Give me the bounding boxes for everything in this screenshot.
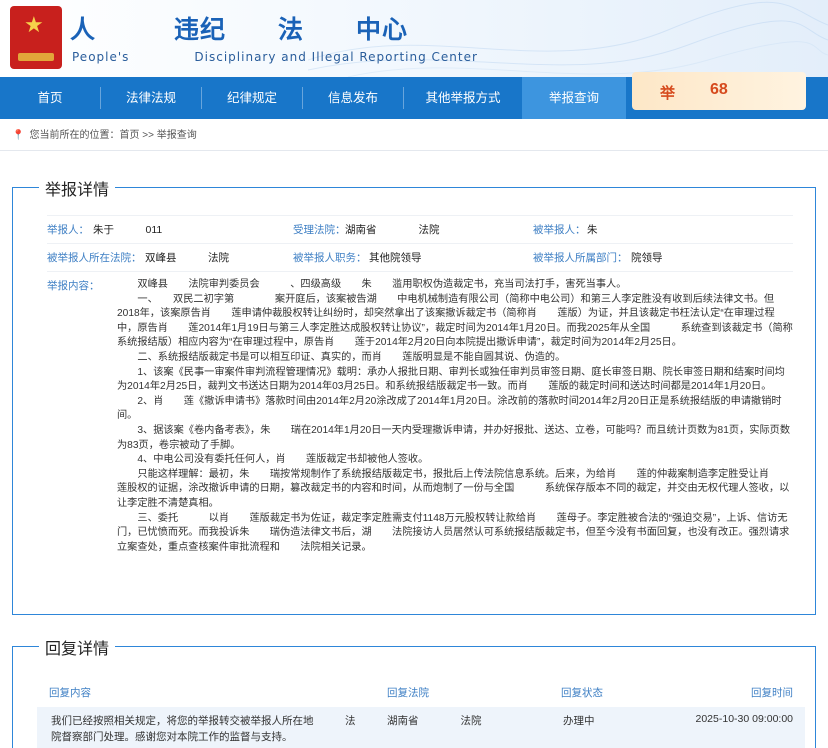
content-label: 举报内容：: [47, 280, 100, 292]
reporter-label: 举报人：: [47, 224, 89, 236]
content-paragraph: 3、据该案《卷内备考表》，朱 瑞在2014年1月20日一天内受理撤诉申请，并办好…: [117, 424, 791, 451]
content-paragraph: 二、系统报结版裁定书是可以相互印证、真实的，而肖 莲版明显是不能自圆其说、伪造的…: [137, 351, 566, 363]
reply-detail-title: 回复详情: [39, 635, 116, 659]
reply-header-content: 回复内容: [49, 687, 91, 699]
reported-duty-value: 其他院领导: [369, 252, 422, 264]
site-header: ★ 人 违纪 法 中心 People's Disciplinary and Il…: [0, 0, 828, 77]
reported-person-label: 被举报人：: [533, 224, 586, 236]
reported-dept-value: 院领导: [631, 252, 663, 264]
report-content: 双峰县 法院审判委员会 、四级高级 朱 滥用职权伪造裁定书，充当司法打手，害死当…: [117, 278, 793, 555]
content-paragraph: 只能这样理解：最初，朱 瑞按常规制作了系统报结版裁定书，报批后上传法院信息系统。…: [117, 468, 790, 509]
content-paragraph: 1、该案《民事一审案件审判流程管理情况》载明：承办人报批日期、审判长或独任审判员…: [117, 366, 785, 393]
nav-item-laws[interactable]: 法律法规: [101, 77, 201, 119]
reply-table-header: 回复内容 回复法院 回复状态 回复时间: [49, 685, 793, 703]
reply-content-line2: 院督察部门处理。感谢您对本院工作的监督与支持。: [51, 731, 293, 743]
content-paragraph: 2、肖 莲《撤诉申请书》落款时间由2014年2月20涂改成了2014年1月20日…: [117, 395, 782, 422]
court-label: 受理法院：: [293, 224, 346, 236]
reply-court: 湖南省 法院: [387, 715, 482, 727]
divider: [47, 243, 793, 244]
table-row: 我们已经按照相关规定，将您的举报转交被举报人所在地 法 院督察部门处理。感谢您对…: [37, 707, 805, 748]
detail-row-2: 被举报人所在法院： 双峰县 法院 被举报人职务： 其他院领导 被举报人所属部门：…: [47, 248, 793, 268]
hotline-number: 68: [710, 81, 728, 98]
reply-content-line1: 我们已经按照相关规定，将您的举报转交被举报人所在地 法: [51, 715, 356, 727]
reply-header-time: 回复时间: [751, 687, 793, 699]
divider: [47, 215, 793, 216]
content-paragraph: 一、 双民二初字第 案开庭后，该案被告湖 中电机械制造有限公司（简称中电公司）和…: [117, 293, 793, 349]
nav-item-other-methods[interactable]: 其他举报方式: [404, 77, 522, 119]
hotline-badge: 举 68: [632, 72, 806, 110]
hotline-label: 举: [660, 85, 676, 102]
reply-header-court: 回复法院: [387, 687, 429, 699]
site-title: 人 违纪 法 中心: [70, 15, 409, 44]
site-subtitle: People's Disciplinary and Illegal Report…: [72, 50, 478, 64]
breadcrumb-text[interactable]: 您当前所在的位置：首页 >> 举报查询: [29, 130, 196, 141]
content-paragraph: 双峰县 法院审判委员会 、四级高级 朱 滥用职权伪造裁定书，充当司法打手，害死当…: [137, 279, 627, 290]
report-detail-title: 举报详情: [39, 176, 116, 200]
report-detail-panel: 举报详情 举报人： 朱于 011 受理法院： 湖南省 法院 被举报人： 朱 被举…: [12, 176, 816, 615]
breadcrumb: 📍 您当前所在的位置：首页 >> 举报查询: [12, 128, 197, 144]
reported-person-value: 朱: [587, 224, 598, 236]
nav-item-news[interactable]: 信息发布: [303, 77, 403, 119]
reported-court-label: 被举报人所在法院：: [47, 252, 142, 264]
divider: [47, 271, 793, 272]
reporter-value: 朱于 011: [93, 224, 163, 236]
reply-detail-panel: 回复详情 回复内容 回复法院 回复状态 回复时间 我们已经按照相关规定，将您的举…: [12, 635, 816, 748]
nav-item-report-query[interactable]: 举报查询: [522, 77, 626, 119]
detail-row-1: 举报人： 朱于 011 受理法院： 湖南省 法院 被举报人： 朱: [47, 220, 793, 240]
content-paragraph: 4、中电公司没有委托任何人，肖 莲版裁定书却被他人签收。: [137, 454, 429, 466]
location-pin-icon: 📍: [12, 130, 25, 141]
reported-dept-label: 被举报人所属部门：: [533, 252, 628, 264]
content-paragraph: 三、委托 以肖 莲版裁定书为佐证，裁定李定胜需支付1148万元股权转让款给肖 莲…: [117, 512, 790, 553]
court-value: 湖南省 法院: [345, 224, 440, 236]
nav-item-home[interactable]: 首页: [0, 77, 100, 119]
nav-item-discipline[interactable]: 纪律规定: [202, 77, 302, 119]
reply-time: 2025-10-30 09:00:00: [695, 713, 794, 725]
reported-court-value: 双峰县 法院: [145, 252, 229, 264]
divider: [0, 150, 828, 151]
reported-duty-label: 被举报人职务：: [293, 252, 367, 264]
emblem-icon: ★: [10, 6, 62, 69]
reply-header-status: 回复状态: [561, 687, 603, 699]
reply-status: 办理中: [563, 715, 595, 727]
